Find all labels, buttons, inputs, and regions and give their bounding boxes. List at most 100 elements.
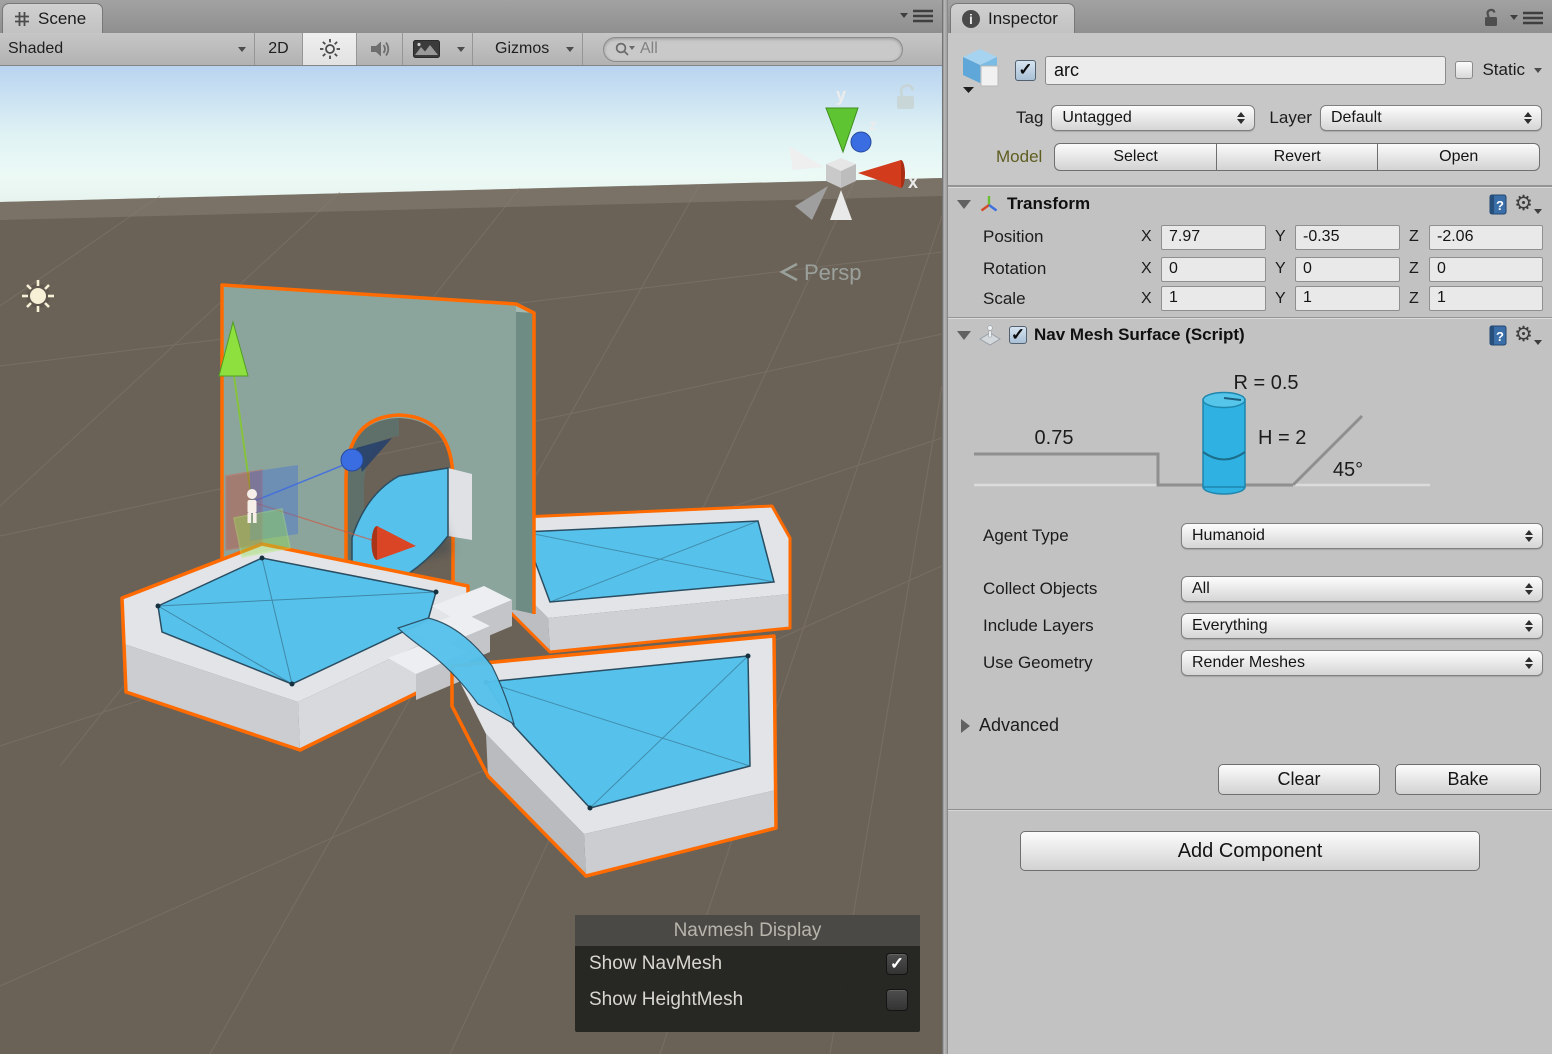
layer-dropdown[interactable]: Default (1319, 105, 1542, 131)
rotation-z-field[interactable]: 0 (1429, 256, 1543, 282)
projection-label: Persp (804, 260, 861, 285)
model-button-group: Select Revert Open (1054, 143, 1540, 171)
axis-z-label: z (869, 117, 877, 134)
use-geometry-dropdown[interactable]: Render Meshes (1181, 650, 1543, 676)
scale-z-field[interactable]: 1 (1429, 286, 1543, 311)
scene-panel: Scene Shaded 2D Gizmos All y z x Persp N… (0, 0, 943, 1054)
scene-effects-toggle[interactable] (403, 33, 449, 65)
bake-row: Clear Bake (948, 764, 1552, 795)
scale-row: Scale X1 Y1 Z1 (948, 285, 1552, 317)
magnifier-icon (614, 41, 636, 57)
cube-icon[interactable] (958, 45, 1006, 95)
inspector-panel: i Inspector ✓ arc Static Tag Untagged La… (948, 0, 1552, 1054)
inspector-tab-label: Inspector (988, 8, 1058, 28)
agent-diagram: 0.75 R = 0.5 H = 2 45° (974, 372, 1430, 495)
show-heightmesh-checkbox[interactable] (886, 989, 908, 1011)
position-y-field[interactable]: -0.35 (1295, 224, 1400, 250)
diagram-step-height-label: 0.75 (1035, 427, 1074, 449)
position-z-field[interactable]: -2.06 (1429, 224, 1543, 250)
updown-arrows-icon (1524, 112, 1532, 124)
use-geometry-row: Use Geometry Render Meshes (948, 649, 1552, 677)
navmesh-title: Nav Mesh Surface (Script) (1034, 325, 1245, 344)
advanced-foldout[interactable] (961, 718, 970, 733)
gameobject-name-field[interactable]: arc (1045, 55, 1447, 85)
scene-toolbar: Shaded 2D Gizmos All (0, 33, 942, 66)
inspector-lock-icon[interactable] (1482, 8, 1500, 27)
inspector-panel-menu-icon[interactable] (1510, 10, 1544, 26)
navmesh-enabled-checkbox[interactable] (1009, 326, 1027, 344)
model-select-button[interactable]: Select (1054, 143, 1217, 171)
draw-mode-dropdown[interactable]: Shaded (0, 33, 255, 65)
svg-text:i: i (969, 11, 973, 27)
transform-foldout[interactable] (957, 199, 971, 209)
advanced-label: Advanced (979, 715, 1060, 735)
navmesh-display-overlay: Navmesh Display Show NavMesh Show Height… (575, 915, 920, 1032)
collect-objects-row: Collect Objects All (948, 575, 1552, 603)
include-layers-row: Include Layers Everything (948, 612, 1552, 640)
scale-x-field[interactable]: 1 (1161, 286, 1266, 311)
advanced-foldout-row: Advanced (948, 715, 1552, 736)
image-icon (412, 40, 440, 58)
chevron-down-icon (1534, 340, 1542, 345)
inspector-body: arc Static Tag Untagged Layer Default (948, 33, 1552, 1054)
gizmos-dropdown[interactable]: Gizmos (487, 33, 583, 65)
model-open-button[interactable]: Open (1378, 143, 1540, 171)
scene-lighting-toggle[interactable] (303, 33, 357, 65)
static-dropdown-icon[interactable] (1534, 67, 1542, 73)
show-navmesh-checkbox[interactable] (886, 953, 908, 975)
chevron-down-icon (1534, 209, 1542, 214)
updown-arrows-icon (1525, 530, 1533, 542)
scale-y-field[interactable]: 1 (1295, 286, 1400, 311)
model-revert-button[interactable]: Revert (1216, 143, 1379, 171)
transform-settings[interactable]: ⚙ (1514, 193, 1542, 214)
scene-panel-menu-icon[interactable] (900, 8, 934, 24)
position-x-field[interactable]: 7.97 (1161, 224, 1266, 250)
scene-tabbar: Scene (0, 0, 942, 33)
overlay-row-show-heightmesh: Show HeightMesh (575, 982, 920, 1018)
bake-button[interactable]: Bake (1395, 764, 1541, 795)
scene-viewport[interactable]: y z x Persp Navmesh Display Show NavMesh… (0, 66, 943, 1054)
include-layers-dropdown[interactable]: Everything (1181, 613, 1543, 639)
inspector-tabbar: i Inspector (948, 0, 1552, 33)
updown-arrows-icon (1237, 112, 1245, 124)
collect-objects-dropdown[interactable]: All (1181, 576, 1543, 602)
search-placeholder: All (640, 40, 658, 57)
rotation-row: Rotation X0 Y0 Z0 (948, 253, 1552, 285)
rotation-x-field[interactable]: 0 (1161, 256, 1266, 282)
chevron-down-icon (566, 46, 574, 52)
transform-component: Transform ? ⚙ Position X 7.97 Y -0.35 Z -2.… (948, 186, 1552, 317)
static-checkbox[interactable] (1455, 61, 1474, 79)
scene-search-input[interactable]: All (603, 36, 903, 62)
axis-y-label: y (836, 85, 846, 105)
platform-upper-right[interactable] (498, 504, 792, 654)
gameobject-active-checkbox[interactable] (1015, 59, 1036, 81)
tag-dropdown[interactable]: Untagged (1051, 105, 1256, 131)
tab-inspector[interactable]: i Inspector (950, 3, 1075, 33)
clear-button[interactable]: Clear (1218, 764, 1380, 795)
scene-effects-dropdown[interactable] (449, 33, 473, 65)
agent-cylinder (1202, 391, 1246, 495)
toggle-2d-button[interactable]: 2D (255, 33, 303, 65)
info-icon: i (961, 9, 981, 29)
agent-type-row: Agent Type Humanoid (948, 522, 1552, 550)
add-component-button[interactable]: Add Component (1020, 831, 1480, 871)
svg-text:?: ? (1496, 198, 1504, 213)
agent-type-dropdown[interactable]: Humanoid (1181, 523, 1543, 549)
chevron-down-icon (456, 46, 465, 52)
overlay-title: Navmesh Display (575, 915, 920, 946)
help-book-icon[interactable]: ? (1489, 194, 1507, 215)
help-book-icon[interactable]: ? (1489, 325, 1507, 346)
rotation-y-field[interactable]: 0 (1295, 256, 1400, 282)
navmesh-settings[interactable]: ⚙ (1514, 324, 1542, 345)
sun-icon (319, 38, 341, 60)
navmesh-foldout[interactable] (957, 330, 971, 340)
tab-scene[interactable]: Scene (2, 3, 104, 33)
updown-arrows-icon (1525, 620, 1533, 632)
navmesh-surface-component: Nav Mesh Surface (Script) ? ⚙ 0.75 R = 0… (948, 317, 1552, 795)
gameobject-header: arc Static Tag Untagged Layer Default (948, 33, 1552, 186)
diagram-radius-label: R = 0.5 (1233, 372, 1298, 394)
axis-x-label: x (908, 172, 918, 192)
overlay-row-show-navmesh: Show NavMesh (575, 946, 920, 982)
scene-audio-toggle[interactable] (357, 33, 403, 65)
chevron-down-icon (238, 46, 246, 52)
